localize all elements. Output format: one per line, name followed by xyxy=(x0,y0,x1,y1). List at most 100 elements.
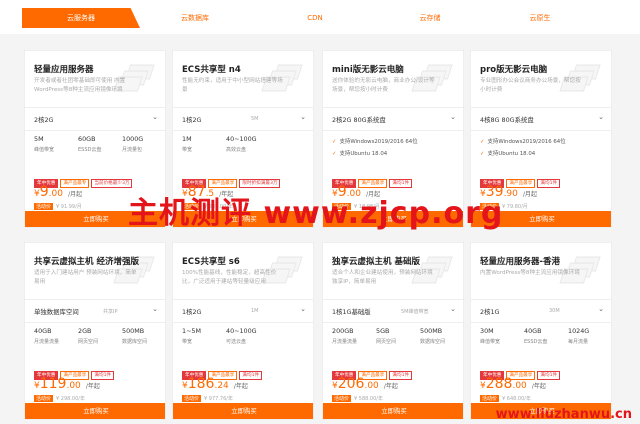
chevron-down-icon: ⌄ xyxy=(152,305,158,313)
spec-item: 200GB 月流量流量 xyxy=(332,327,357,345)
spec-label: 峰值带宽 xyxy=(480,339,501,345)
product-description: 适用于入门建站用户 预装网站环境，简单易用 xyxy=(34,270,137,285)
product-card: ECS共享型 s6 100%性能基线，性能稳定，超高性价比，广泛适用于建站等轻量级… xyxy=(172,242,314,420)
feature-text: 支持Ubuntu 18.04 xyxy=(487,151,536,157)
config-select-value: 单独数据库空间 xyxy=(34,308,79,316)
spec-value: 60GB xyxy=(78,135,96,143)
original-price: 活动价 ¥ 648.00/年 xyxy=(480,395,531,402)
product-illustration xyxy=(559,251,605,285)
tab-cloud-native[interactable]: 云原生 xyxy=(500,8,580,28)
feature-text: 支持Windows2019/2016 64位 xyxy=(339,139,418,145)
spec-label: 每月流量 xyxy=(568,339,589,345)
spec-label: 月流量包 xyxy=(122,147,143,153)
config-select-value: 2核2G 80G系统盘 xyxy=(332,116,386,124)
buy-now-button[interactable]: 立即购买 xyxy=(173,403,313,419)
price: ¥9.00 /月起 xyxy=(34,181,82,200)
config-select-hint: 5M xyxy=(251,116,259,122)
spec-label: 峰值带宽 xyxy=(34,147,55,153)
config-select[interactable]: 2核2G ⌄ xyxy=(25,107,165,131)
spec-label: 可选云盘 xyxy=(226,339,247,345)
product-card: 轻量应用服务器-香港 内置WordPress等8种主流应用镜像环境 2核1G 30M ⌄… xyxy=(470,242,612,420)
spec-item: 60GB ESSD云盘 xyxy=(78,135,101,153)
price-value: 288 xyxy=(485,376,513,392)
product-card: 独享云虚拟主机 基础版 适合个人和企业建站使用，预装网站环境独享IP，简单易用 1核… xyxy=(322,242,464,420)
spec-label: 月流量流量 xyxy=(34,339,60,345)
original-price: 活动价 ¥ 298.00/年 xyxy=(34,395,85,402)
config-select-value: 1核2G xyxy=(182,116,202,124)
original-price-text: ¥ 91.99/月 xyxy=(56,204,82,210)
price-unit: /月起 xyxy=(68,191,83,198)
spec-label: 带宽 xyxy=(182,339,193,345)
tab-cloud-server[interactable]: 云服务器 xyxy=(22,8,140,28)
config-select[interactable]: 单独数据库空间 共享IP ⌄ xyxy=(25,299,165,323)
price-decimal: .00 xyxy=(66,381,81,391)
spec-item: 1024G 每月流量 xyxy=(568,327,589,345)
chevron-down-icon: ⌄ xyxy=(450,113,456,121)
price-decimal: .24 xyxy=(214,381,229,391)
product-description: 送你体验的无影云电脑，商业办公/设计等场景，帮您按小时计费 xyxy=(332,78,435,93)
original-price: 活动价 ¥ 977.76/年 xyxy=(182,395,233,402)
spec-item: 1~5M 带宽 xyxy=(182,327,201,345)
spec-value: 200GB xyxy=(332,327,354,335)
original-price-text: ¥ 648.00/年 xyxy=(502,396,531,402)
price-decimal: .00 xyxy=(364,381,379,391)
product-card: 共享云虚拟主机 经济增强版 适用于入门建站用户 预装网站环境，简单易用 单独数据库空… xyxy=(24,242,166,420)
price-value: 9 xyxy=(39,184,49,200)
promo-tag: 限时折扣满最3万 xyxy=(239,179,281,188)
product-description: 内置WordPress等8种主流应用镜像环境 xyxy=(480,270,580,276)
promo-tag: 当前价格最少3万 xyxy=(91,179,133,188)
original-price-text: ¥ 588.00/年 xyxy=(354,396,383,402)
tab-cdn[interactable]: CDN xyxy=(270,8,360,28)
spec-label: 带宽 xyxy=(182,147,193,153)
original-price-text: ¥ 298.00/年 xyxy=(56,396,85,402)
spec-value: 40GB xyxy=(524,327,542,335)
buy-now-button[interactable]: 立即购买 xyxy=(25,403,165,419)
price: ¥288.00 /年起 xyxy=(480,373,546,392)
promo-tag: 满均1件 xyxy=(389,179,413,188)
config-select-hint: 5M峰值带宽 xyxy=(401,309,429,315)
price: ¥186.24 /年起 xyxy=(182,373,248,392)
product-title: ECS共享型 s6 xyxy=(182,257,240,267)
activity-badge: 活动价 xyxy=(182,395,202,402)
original-price: 活动价 ¥ 91.99/月 xyxy=(34,203,82,210)
feature-item: ✓ 支持Windows2019/2016 64位 xyxy=(480,137,566,145)
spec-label: 数据库空间 xyxy=(122,339,148,345)
activity-badge: 活动价 xyxy=(480,395,500,402)
spec-value: 40~100G xyxy=(226,327,257,335)
spec-item: 40~100G 高效云盘 xyxy=(226,135,257,153)
feature-item: ✓ 支持Ubuntu 18.04 xyxy=(480,149,535,157)
spec-item: 1M 带宽 xyxy=(182,135,192,153)
config-select[interactable]: 4核8G 80G系统盘 ⌄ xyxy=(471,107,611,131)
chevron-down-icon: ⌄ xyxy=(152,113,158,121)
product-title: ECS共享型 n4 xyxy=(182,65,241,75)
buy-now-button[interactable]: 立即购买 xyxy=(323,403,463,419)
config-select[interactable]: 1核2G 5M ⌄ xyxy=(173,107,313,131)
price: ¥119.00 /年起 xyxy=(34,373,100,392)
watermark-site: www.liuzhanwu.cn xyxy=(495,407,632,422)
spec-value: 2GB xyxy=(78,327,92,335)
tab-cloud-database[interactable]: 云数据库 xyxy=(150,8,240,28)
config-select[interactable]: 1核1G基础版 5M峰值带宽 ⌄ xyxy=(323,299,463,323)
price: ¥206.00 /年起 xyxy=(332,373,398,392)
spec-item: 5M 峰值带宽 xyxy=(34,135,54,153)
spec-label: 网页空间 xyxy=(376,339,397,345)
spec-value: 30M xyxy=(480,327,494,335)
check-icon: ✓ xyxy=(332,139,337,145)
config-select-value: 2核2G xyxy=(34,116,54,124)
feature-text: 支持Windows2019/2016 64位 xyxy=(487,139,566,145)
spec-value: 1024G xyxy=(568,327,590,335)
chevron-down-icon: ⌄ xyxy=(598,113,604,121)
config-select-hint: 30M xyxy=(549,308,560,314)
spec-item: 40~100G 可选云盘 xyxy=(226,327,257,345)
spec-label: 高效云盘 xyxy=(226,147,247,153)
config-select[interactable]: 1核2G 1M ⌄ xyxy=(173,299,313,323)
tab-cloud-storage[interactable]: 云存储 xyxy=(390,8,470,28)
config-select[interactable]: 2核2G 80G系统盘 ⌄ xyxy=(323,107,463,131)
spec-label: ESSD云盘 xyxy=(524,339,548,345)
product-description: 适合个人和企业建站使用，预装网站环境独享IP，简单易用 xyxy=(332,270,433,285)
spec-item: 5GB 网页空间 xyxy=(376,327,396,345)
config-select[interactable]: 2核1G 30M ⌄ xyxy=(471,299,611,323)
price-decimal: .00 xyxy=(48,189,63,199)
spec-value: 1000G xyxy=(122,135,144,143)
spec-label: 数据库空间 xyxy=(420,339,446,345)
